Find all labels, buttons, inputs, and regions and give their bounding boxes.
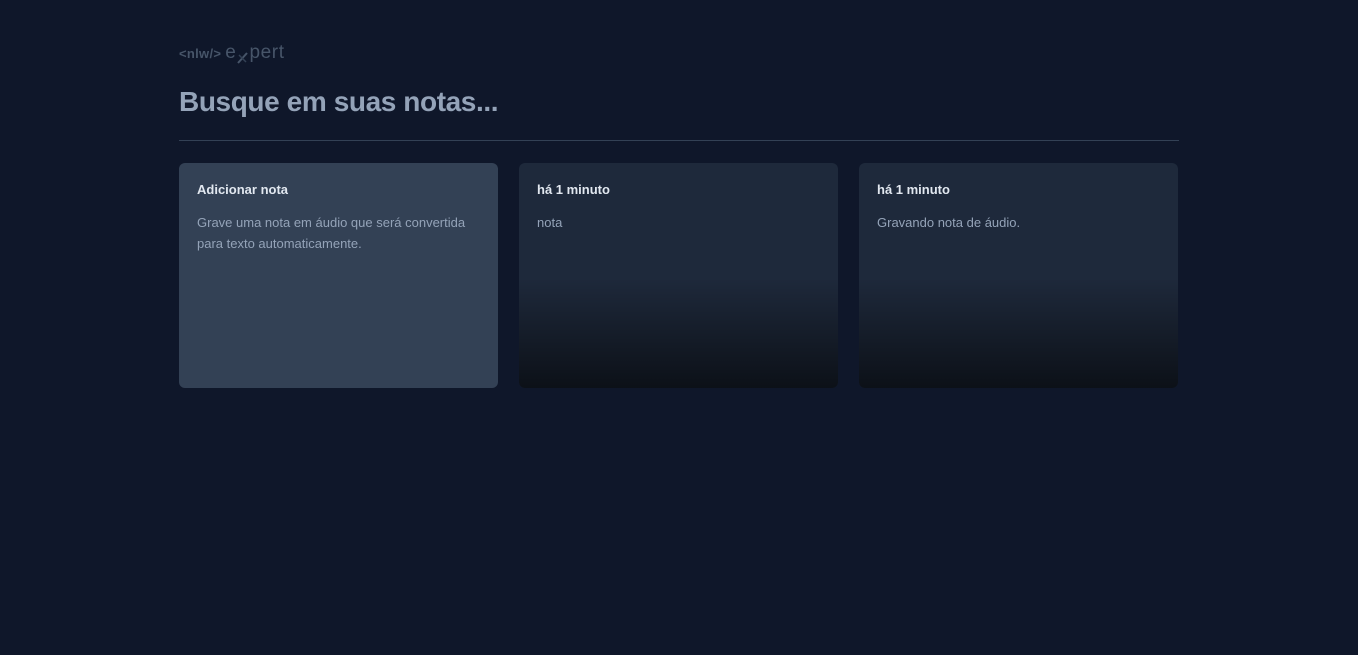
search-input[interactable] — [179, 84, 1179, 120]
nlw-expert-logo: <nlw/> e pert — [179, 42, 285, 64]
logo-word-left: e — [225, 42, 237, 63]
logo-word-right: pert — [249, 42, 285, 63]
notes-grid: Adicionar nota Grave uma nota em áudio q… — [179, 163, 1179, 388]
note-content: nota — [537, 215, 563, 230]
card-fade-overlay — [859, 278, 1178, 388]
note-content: Gravando nota de áudio. — [877, 215, 1021, 230]
add-note-title: Adicionar nota — [197, 182, 289, 197]
note-card[interactable]: há 1 minuto nota — [519, 163, 838, 388]
logo-word: e pert — [225, 42, 284, 64]
note-date: há 1 minuto — [877, 182, 950, 197]
divider — [179, 140, 1179, 141]
note-card[interactable]: há 1 minuto Gravando nota de áudio. — [859, 163, 1178, 388]
add-note-description: Grave uma nota em áudio que será convert… — [197, 215, 466, 251]
logo-tag: <nlw/> — [179, 45, 222, 61]
card-fade-overlay — [519, 278, 838, 388]
note-date: há 1 minuto — [537, 182, 610, 197]
x-mark-icon — [237, 48, 249, 64]
add-note-card[interactable]: Adicionar nota Grave uma nota em áudio q… — [179, 163, 498, 388]
